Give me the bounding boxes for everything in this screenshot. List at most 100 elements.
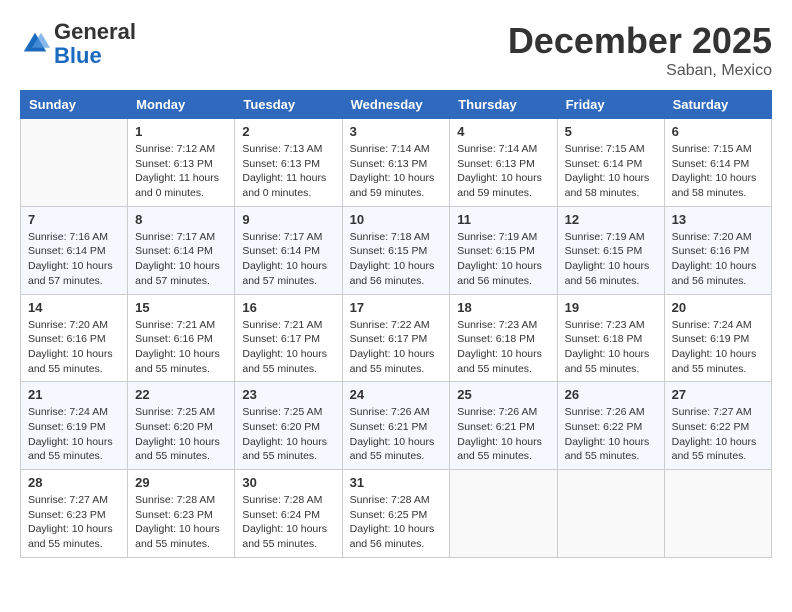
calendar-cell: 18 Sunrise: 7:23 AMSunset: 6:18 PMDayligh… <box>450 294 557 382</box>
day-number: 9 <box>242 212 334 227</box>
calendar-cell: 4 Sunrise: 7:14 AMSunset: 6:13 PMDaylight… <box>450 119 557 207</box>
day-info: Sunrise: 7:14 AMSunset: 6:13 PMDaylight:… <box>457 142 549 201</box>
calendar-cell: 23 Sunrise: 7:25 AMSunset: 6:20 PMDayligh… <box>235 382 342 470</box>
calendar-cell: 26 Sunrise: 7:26 AMSunset: 6:22 PMDayligh… <box>557 382 664 470</box>
day-number: 17 <box>350 300 443 315</box>
day-info: Sunrise: 7:15 AMSunset: 6:14 PMDaylight:… <box>565 142 657 201</box>
day-number: 31 <box>350 475 443 490</box>
week-row-1: 1 Sunrise: 7:12 AMSunset: 6:13 PMDaylight… <box>21 119 772 207</box>
day-info: Sunrise: 7:27 AMSunset: 6:22 PMDaylight:… <box>672 405 764 464</box>
day-info: Sunrise: 7:19 AMSunset: 6:15 PMDaylight:… <box>457 230 549 289</box>
day-number: 7 <box>28 212 120 227</box>
day-info: Sunrise: 7:28 AMSunset: 6:24 PMDaylight:… <box>242 493 334 552</box>
week-row-5: 28 Sunrise: 7:27 AMSunset: 6:23 PMDayligh… <box>21 470 772 558</box>
day-number: 16 <box>242 300 334 315</box>
calendar-cell <box>664 470 771 558</box>
month-title: December 2025 <box>508 20 772 62</box>
weekday-header-wednesday: Wednesday <box>342 91 450 119</box>
day-number: 4 <box>457 124 549 139</box>
day-info: Sunrise: 7:23 AMSunset: 6:18 PMDaylight:… <box>565 318 657 377</box>
day-info: Sunrise: 7:26 AMSunset: 6:21 PMDaylight:… <box>350 405 443 464</box>
day-info: Sunrise: 7:27 AMSunset: 6:23 PMDaylight:… <box>28 493 120 552</box>
day-info: Sunrise: 7:28 AMSunset: 6:25 PMDaylight:… <box>350 493 443 552</box>
calendar-cell: 25Sunrise: 7:26 AMSunset: 6:21 PMDayligh… <box>450 382 557 470</box>
day-number: 26 <box>565 387 657 402</box>
day-number: 8 <box>135 212 227 227</box>
calendar-cell: 22 Sunrise: 7:25 AMSunset: 6:20 PMDayligh… <box>128 382 235 470</box>
day-info: Sunrise: 7:18 AMSunset: 6:15 PMDaylight:… <box>350 230 443 289</box>
calendar-cell: 13 Sunrise: 7:20 AMSunset: 6:16 PMDayligh… <box>664 206 771 294</box>
calendar-cell: 2Sunrise: 7:13 AMSunset: 6:13 PMDaylight… <box>235 119 342 207</box>
calendar-cell: 19 Sunrise: 7:23 AMSunset: 6:18 PMDayligh… <box>557 294 664 382</box>
day-info: Sunrise: 7:12 AMSunset: 6:13 PMDaylight:… <box>135 142 227 201</box>
day-number: 14 <box>28 300 120 315</box>
day-info: Sunrise: 7:20 AMSunset: 6:16 PMDaylight:… <box>672 230 764 289</box>
calendar-cell: 16Sunrise: 7:21 AMSunset: 6:17 PMDayligh… <box>235 294 342 382</box>
calendar-cell: 30 Sunrise: 7:28 AMSunset: 6:24 PMDayligh… <box>235 470 342 558</box>
day-info: Sunrise: 7:26 AMSunset: 6:21 PMDaylight:… <box>457 405 549 464</box>
weekday-header-friday: Friday <box>557 91 664 119</box>
day-info: Sunrise: 7:21 AMSunset: 6:16 PMDaylight:… <box>135 318 227 377</box>
day-info: Sunrise: 7:14 AMSunset: 6:13 PMDaylight:… <box>350 142 443 201</box>
calendar-cell: 3 Sunrise: 7:14 AMSunset: 6:13 PMDaylight… <box>342 119 450 207</box>
calendar-cell: 5Sunrise: 7:15 AMSunset: 6:14 PMDaylight… <box>557 119 664 207</box>
day-number: 10 <box>350 212 443 227</box>
day-number: 15 <box>135 300 227 315</box>
day-info: Sunrise: 7:19 AMSunset: 6:15 PMDaylight:… <box>565 230 657 289</box>
logo-blue: Blue <box>54 44 136 68</box>
day-number: 30 <box>242 475 334 490</box>
week-row-2: 7 Sunrise: 7:16 AMSunset: 6:14 PMDaylight… <box>21 206 772 294</box>
day-number: 19 <box>565 300 657 315</box>
day-number: 3 <box>350 124 443 139</box>
calendar-cell: 27 Sunrise: 7:27 AMSunset: 6:22 PMDayligh… <box>664 382 771 470</box>
day-number: 29 <box>135 475 227 490</box>
calendar-cell: 10 Sunrise: 7:18 AMSunset: 6:15 PMDayligh… <box>342 206 450 294</box>
calendar-cell: 28 Sunrise: 7:27 AMSunset: 6:23 PMDayligh… <box>21 470 128 558</box>
day-number: 27 <box>672 387 764 402</box>
day-info: Sunrise: 7:22 AMSunset: 6:17 PMDaylight:… <box>350 318 443 377</box>
day-number: 6 <box>672 124 764 139</box>
day-info: Sunrise: 7:13 AMSunset: 6:13 PMDaylight:… <box>242 142 334 201</box>
calendar-cell: 29 Sunrise: 7:28 AMSunset: 6:23 PMDayligh… <box>128 470 235 558</box>
calendar-cell: 24 Sunrise: 7:26 AMSunset: 6:21 PMDayligh… <box>342 382 450 470</box>
location: Saban, Mexico <box>508 62 772 80</box>
day-info: Sunrise: 7:25 AMSunset: 6:20 PMDaylight:… <box>242 405 334 464</box>
day-number: 1 <box>135 124 227 139</box>
day-info: Sunrise: 7:25 AMSunset: 6:20 PMDaylight:… <box>135 405 227 464</box>
day-number: 23 <box>242 387 334 402</box>
calendar-cell: 31 Sunrise: 7:28 AMSunset: 6:25 PMDayligh… <box>342 470 450 558</box>
day-number: 22 <box>135 387 227 402</box>
calendar-cell: 11 Sunrise: 7:19 AMSunset: 6:15 PMDayligh… <box>450 206 557 294</box>
day-info: Sunrise: 7:24 AMSunset: 6:19 PMDaylight:… <box>672 318 764 377</box>
calendar-cell: 1 Sunrise: 7:12 AMSunset: 6:13 PMDaylight… <box>128 119 235 207</box>
day-number: 13 <box>672 212 764 227</box>
day-info: Sunrise: 7:28 AMSunset: 6:23 PMDaylight:… <box>135 493 227 552</box>
day-number: 24 <box>350 387 443 402</box>
calendar-cell: 20Sunrise: 7:24 AMSunset: 6:19 PMDayligh… <box>664 294 771 382</box>
day-number: 18 <box>457 300 549 315</box>
calendar-table: SundayMondayTuesdayWednesdayThursdayFrid… <box>20 90 772 558</box>
day-info: Sunrise: 7:17 AMSunset: 6:14 PMDaylight:… <box>242 230 334 289</box>
title-block: December 2025 Saban, Mexico <box>508 20 772 80</box>
calendar-cell <box>21 119 128 207</box>
logo-icon <box>20 29 50 59</box>
day-info: Sunrise: 7:15 AMSunset: 6:14 PMDaylight:… <box>672 142 764 201</box>
weekday-header-sunday: Sunday <box>21 91 128 119</box>
week-row-3: 14Sunrise: 7:20 AMSunset: 6:16 PMDayligh… <box>21 294 772 382</box>
day-number: 11 <box>457 212 549 227</box>
day-number: 21 <box>28 387 120 402</box>
day-info: Sunrise: 7:23 AMSunset: 6:18 PMDaylight:… <box>457 318 549 377</box>
page-header: General Blue December 2025 Saban, Mexico <box>20 20 772 80</box>
weekday-header-saturday: Saturday <box>664 91 771 119</box>
calendar-cell: 15 Sunrise: 7:21 AMSunset: 6:16 PMDayligh… <box>128 294 235 382</box>
day-number: 28 <box>28 475 120 490</box>
day-info: Sunrise: 7:16 AMSunset: 6:14 PMDaylight:… <box>28 230 120 289</box>
weekday-header-thursday: Thursday <box>450 91 557 119</box>
calendar-cell <box>450 470 557 558</box>
calendar-cell: 14Sunrise: 7:20 AMSunset: 6:16 PMDayligh… <box>21 294 128 382</box>
calendar-cell: 6 Sunrise: 7:15 AMSunset: 6:14 PMDaylight… <box>664 119 771 207</box>
calendar-cell: 7 Sunrise: 7:16 AMSunset: 6:14 PMDaylight… <box>21 206 128 294</box>
calendar-cell: 8Sunrise: 7:17 AMSunset: 6:14 PMDaylight… <box>128 206 235 294</box>
logo-text: General Blue <box>54 20 136 68</box>
day-info: Sunrise: 7:26 AMSunset: 6:22 PMDaylight:… <box>565 405 657 464</box>
